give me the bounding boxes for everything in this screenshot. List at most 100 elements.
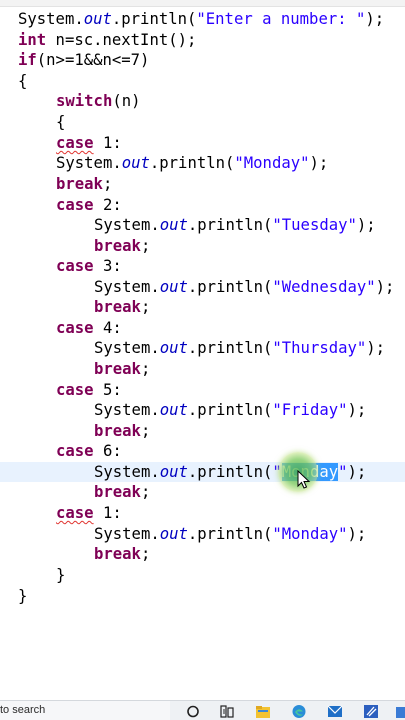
open-brace: { (18, 72, 28, 90)
case-label-line[interactable]: case 2: (56, 195, 405, 215)
code-token: System. (94, 463, 160, 481)
case-label-line[interactable]: case 5: (56, 380, 405, 400)
case-keyword: case (56, 381, 94, 399)
println-line[interactable]: System.out.println("Monday"); (56, 153, 405, 173)
code-token: ); (347, 525, 367, 543)
code-keyword: int (18, 31, 47, 49)
code-token: ; (140, 237, 151, 255)
code-field: out (159, 216, 188, 234)
code-field: out (159, 339, 188, 357)
println-line[interactable]: System.out.println("Thursday"); (94, 338, 405, 358)
close-brace-line[interactable]: } (18, 586, 405, 606)
break-keyword: break (94, 422, 141, 440)
case-keyword: case (56, 442, 94, 460)
code-token: System. (94, 216, 160, 234)
code-token: .println( (187, 278, 273, 296)
code-field: out (159, 525, 188, 543)
code-token: .println( (187, 216, 273, 234)
break-line[interactable]: break; (94, 236, 405, 256)
break-line[interactable]: break; (94, 482, 405, 502)
break-keyword: break (56, 175, 103, 193)
case-keyword: case (56, 196, 94, 214)
break-line[interactable]: break; (56, 174, 405, 194)
code-editor[interactable]: System.out.println("Enter a number: "); … (0, 0, 405, 668)
code-token: (n>=1&&n<=7) (36, 51, 150, 69)
case-label: 1: (93, 504, 122, 522)
code-line-4[interactable]: { (18, 71, 405, 91)
code-token: System. (18, 10, 84, 28)
code-token: .println( (111, 10, 197, 28)
edge-icon[interactable] (291, 704, 307, 719)
code-line-5[interactable]: switch(n) (56, 91, 405, 111)
case-keyword: case (56, 319, 94, 337)
code-keyword: switch (56, 92, 113, 110)
code-line-1[interactable]: System.out.println("Enter a number: "); (18, 9, 405, 29)
code-token: System. (94, 525, 160, 543)
code-token: .println( (187, 525, 273, 543)
code-token: System. (94, 339, 160, 357)
app-window: System.out.println("Enter a number: "); … (0, 0, 405, 720)
cortana-icon[interactable] (185, 704, 201, 719)
code-line-2[interactable]: int n=sc.nextInt(); (18, 30, 405, 50)
code-token: .println( (187, 339, 273, 357)
case-label-line[interactable]: case 3: (56, 256, 405, 276)
code-token: ); (365, 10, 385, 28)
code-token: ); (375, 278, 395, 296)
case-keyword: case (56, 504, 94, 522)
close-brace-line[interactable]: } (56, 565, 405, 585)
editor-tab-strip (0, 0, 405, 7)
code-token: ); (356, 216, 376, 234)
case-label-line[interactable]: case 4: (56, 318, 405, 338)
current-println-line[interactable]: System.out.println("Monday"); (0, 462, 405, 482)
mouse-pointer-icon (297, 470, 311, 489)
code-field: out (121, 154, 150, 172)
code-line-3[interactable]: if(n>=1&&n<=7) (18, 50, 405, 70)
case-label: 5: (93, 381, 122, 399)
code-token: ); (309, 154, 329, 172)
code-string: "Monday" (272, 525, 348, 543)
code-token: .println( (149, 154, 235, 172)
println-line[interactable]: System.out.println("Friday"); (94, 400, 405, 420)
break-line[interactable]: break; (94, 297, 405, 317)
code-token: .println( (187, 401, 273, 419)
println-line[interactable]: System.out.println("Monday"); (94, 524, 405, 544)
mail-icon[interactable] (327, 704, 343, 719)
store-icon[interactable] (395, 704, 405, 719)
code-token: ); (366, 339, 386, 357)
case-label: 1: (93, 134, 122, 152)
task-view-icon[interactable] (219, 704, 235, 719)
println-line[interactable]: System.out.println("Wednesday"); (94, 277, 405, 297)
code-line-6[interactable]: { (56, 112, 405, 132)
case-label-line[interactable]: case 1: (56, 503, 405, 523)
file-explorer-icon[interactable] (255, 704, 271, 719)
code-token: out (83, 10, 112, 28)
open-brace: { (56, 113, 66, 131)
break-line[interactable]: break; (94, 359, 405, 379)
break-keyword: break (94, 298, 141, 316)
eclipse-icon[interactable] (363, 704, 379, 719)
case-keyword: case (56, 257, 94, 275)
code-field: out (159, 278, 188, 296)
break-line[interactable]: break; (94, 421, 405, 441)
taskbar: to search (0, 700, 405, 720)
case-label: 6: (93, 442, 122, 460)
case-label-line[interactable]: case 1: (56, 133, 405, 153)
break-keyword: break (94, 237, 141, 255)
code-field: out (159, 463, 188, 481)
case-keyword: case (56, 134, 94, 152)
taskbar-search-box[interactable]: to search (0, 701, 170, 720)
break-line[interactable]: break; (94, 544, 405, 564)
code-keyword: if (18, 51, 37, 69)
code-token: System. (94, 278, 160, 296)
code-string-quote: " (338, 463, 348, 481)
code-token: ; (140, 483, 151, 501)
break-keyword: break (94, 360, 141, 378)
code-string: "Monday" (234, 154, 310, 172)
code-string: "Thursday" (272, 339, 367, 357)
close-brace: } (18, 587, 28, 605)
case-label: 2: (93, 196, 122, 214)
case-label-line[interactable]: case 6: (56, 441, 405, 461)
code-token: ); (347, 401, 367, 419)
println-line[interactable]: System.out.println("Tuesday"); (94, 215, 405, 235)
code-token: ; (140, 298, 151, 316)
